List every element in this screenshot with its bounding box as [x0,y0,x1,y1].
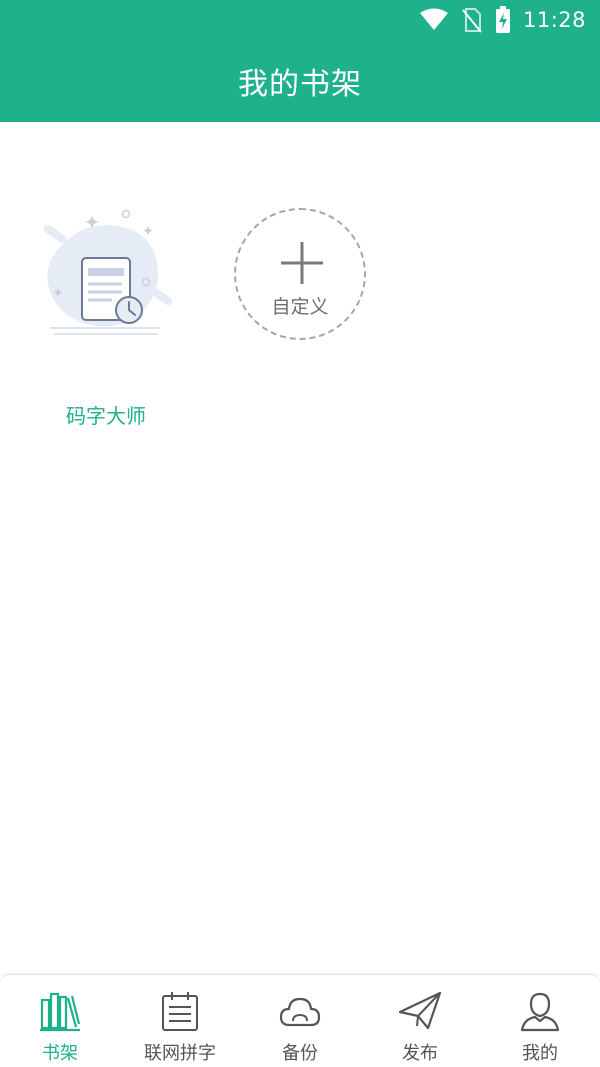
nav-label-online-spell: 联网拼字 [144,1043,216,1064]
status-bar: 11:28 [0,0,600,40]
nav-item-bookshelf[interactable]: 书架 [0,975,120,1067]
person-icon [518,989,562,1033]
calendar-list-icon [158,989,202,1033]
add-custom-button[interactable]: 自定义 [234,208,366,340]
wifi-icon [419,8,449,32]
nav-item-backup[interactable]: 备份 [240,975,360,1067]
book-title: 码字大师 [66,404,146,428]
top-bar: 11:28 我的书架 [0,0,600,122]
nav-item-profile[interactable]: 我的 [480,975,600,1067]
nav-label-bookshelf: 书架 [42,1043,78,1064]
nav-label-publish: 发布 [402,1043,438,1064]
nav-item-online-spell[interactable]: 联网拼字 [120,975,240,1067]
nav-label-backup: 备份 [282,1043,318,1064]
status-time: 11:28 [522,8,586,32]
no-sim-icon [461,7,483,33]
cloud-icon [278,989,322,1033]
bookshelf-icon [38,989,82,1033]
battery-charging-icon [495,6,511,34]
book-card[interactable]: 码字大师 [36,200,176,440]
nav-label-profile: 我的 [522,1043,558,1064]
paper-plane-icon [398,989,442,1033]
plus-icon [279,240,325,286]
page-title: 我的书架 [238,67,362,102]
document-clock-icon [36,200,176,350]
add-custom-label: 自定义 [271,296,329,318]
screen: 11:28 我的书架 码字大师 自定义 书架 联网拼字 备份 发布 我的 [0,0,600,1067]
nav-item-publish[interactable]: 发布 [360,975,480,1067]
bottom-nav: 书架 联网拼字 备份 发布 我的 [0,974,600,1067]
